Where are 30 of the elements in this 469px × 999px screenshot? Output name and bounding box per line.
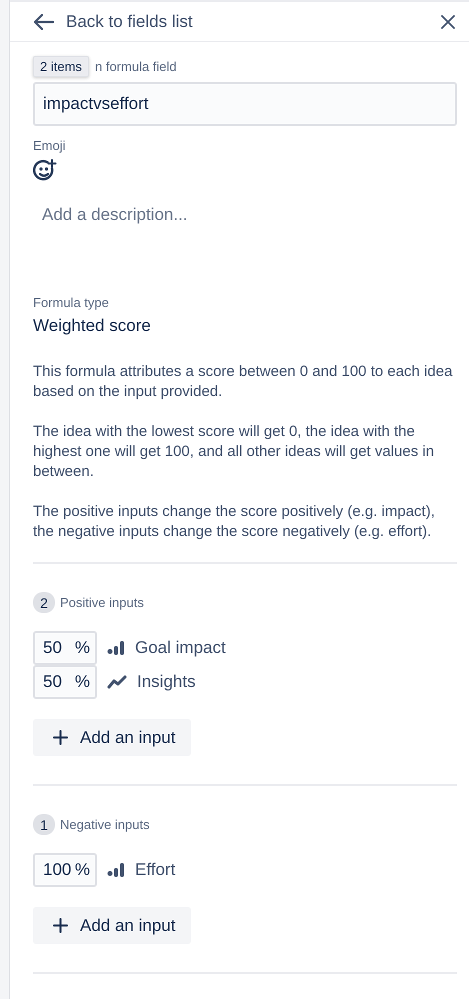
close-button[interactable] [439,12,457,30]
input-name: Goal impact [135,638,226,658]
formula-type-value: Weighted score [33,316,152,336]
name-input[interactable]: impactvseffort [33,82,457,126]
add-input-button[interactable]: Add an input [33,719,192,756]
input-name: Effort [135,860,176,880]
explanation-paragraph: This formula attributes a score between 0 and 100 to each idea based on the input provided. [33,362,454,402]
section-title: Negative inputs [60,817,150,832]
trend-line-icon [107,675,127,689]
tooltip: 2 items [33,56,89,77]
bar-chart-icon [107,863,125,877]
bar-chart-icon [107,641,125,655]
count-badge: 1 [33,814,55,835]
plus-icon [53,730,68,745]
add-input-button[interactable]: Add an input [33,907,192,944]
field-label: n formula field [95,59,177,74]
emoji-picker-icon[interactable] [33,159,57,183]
emoji-label: Emoji [33,138,67,153]
explanation-paragraph: The positive inputs change the score positively (e.g. impact), the negative inputs change the score negatively (e.g. effort). [33,502,436,542]
input-name: Insights [137,672,196,692]
weight-field[interactable]: 50 % [33,631,97,665]
weight-field[interactable]: 50 % [33,665,97,699]
formula-type-label: Formula type [33,295,110,310]
count-badge: 2 [33,592,55,613]
back-link[interactable]: Back to fields list [34,12,193,32]
weight-field[interactable]: 100 % [33,853,97,887]
section-title: Positive inputs [60,595,144,610]
explanation-paragraph: The idea with the lowest score will get 0, the idea with the highest one will get 100, and all other ideas will get values in between. [33,422,436,482]
plus-icon [53,918,68,933]
back-arrow-icon [34,14,54,30]
